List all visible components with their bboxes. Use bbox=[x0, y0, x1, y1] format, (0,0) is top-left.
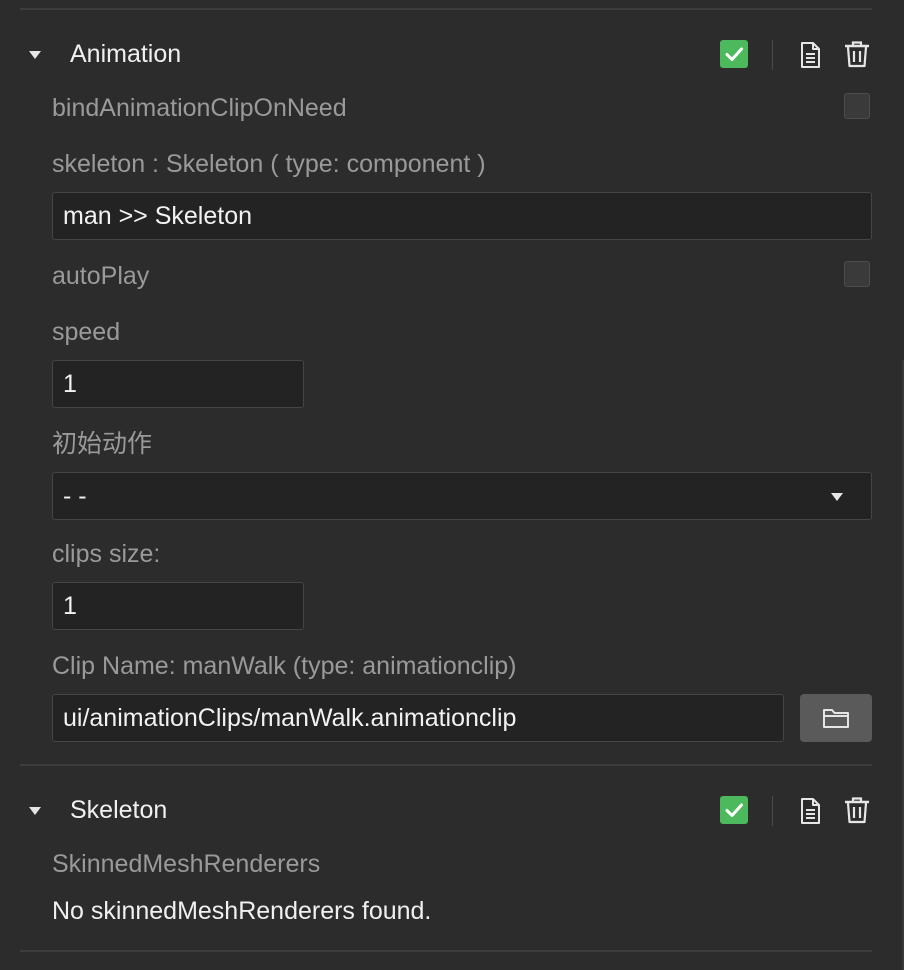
speed-label: speed bbox=[52, 318, 121, 346]
skeleton-component-header: Skeleton bbox=[0, 786, 904, 836]
bind-clip-checkbox[interactable] bbox=[844, 93, 870, 119]
animation-component-header: Animation bbox=[0, 30, 904, 80]
document-icon[interactable] bbox=[795, 796, 825, 826]
skinned-mesh-renderers-label: SkinnedMeshRenderers bbox=[52, 850, 321, 878]
skeleton-enable-checkbox[interactable] bbox=[720, 796, 748, 824]
clips-size-input[interactable]: 1 bbox=[52, 582, 304, 630]
bind-clip-label: bindAnimationClipOnNeed bbox=[52, 94, 347, 122]
header-separator bbox=[772, 796, 773, 826]
browse-clip-button[interactable] bbox=[800, 694, 872, 742]
clips-size-label: clips size: bbox=[52, 540, 161, 568]
skeleton-reference-field[interactable]: man >> Skeleton bbox=[52, 192, 872, 240]
initial-action-select[interactable]: - - bbox=[52, 472, 872, 520]
caret-down-icon[interactable] bbox=[29, 51, 41, 59]
component-divider bbox=[20, 764, 872, 766]
initial-action-value: - - bbox=[63, 482, 87, 510]
skeleton-component-title: Skeleton bbox=[70, 796, 168, 824]
autoplay-checkbox[interactable] bbox=[844, 261, 870, 287]
header-separator bbox=[772, 40, 773, 70]
initial-action-label: 初始动作 bbox=[52, 430, 153, 458]
top-divider bbox=[20, 8, 872, 10]
check-icon bbox=[725, 803, 743, 817]
caret-down-icon[interactable] bbox=[29, 807, 41, 815]
check-icon bbox=[725, 47, 743, 61]
bottom-divider bbox=[20, 950, 872, 952]
clip-path-field[interactable]: ui/animationClips/manWalk.animationclip bbox=[52, 694, 784, 742]
animation-enable-checkbox[interactable] bbox=[720, 40, 748, 68]
chevron-down-icon bbox=[831, 493, 843, 501]
skinned-mesh-renderers-empty: No skinnedMeshRenderers found. bbox=[52, 897, 432, 925]
trash-icon[interactable] bbox=[842, 795, 872, 825]
autoplay-label: autoPlay bbox=[52, 262, 150, 290]
clip-name-label: Clip Name: manWalk (type: animationclip) bbox=[52, 652, 517, 680]
speed-input[interactable]: 1 bbox=[52, 360, 304, 408]
trash-icon[interactable] bbox=[842, 39, 872, 69]
animation-component-title: Animation bbox=[70, 40, 182, 68]
folder-icon bbox=[823, 709, 849, 728]
skeleton-property-label: skeleton : Skeleton ( type: component ) bbox=[52, 150, 486, 178]
document-icon[interactable] bbox=[795, 40, 825, 70]
